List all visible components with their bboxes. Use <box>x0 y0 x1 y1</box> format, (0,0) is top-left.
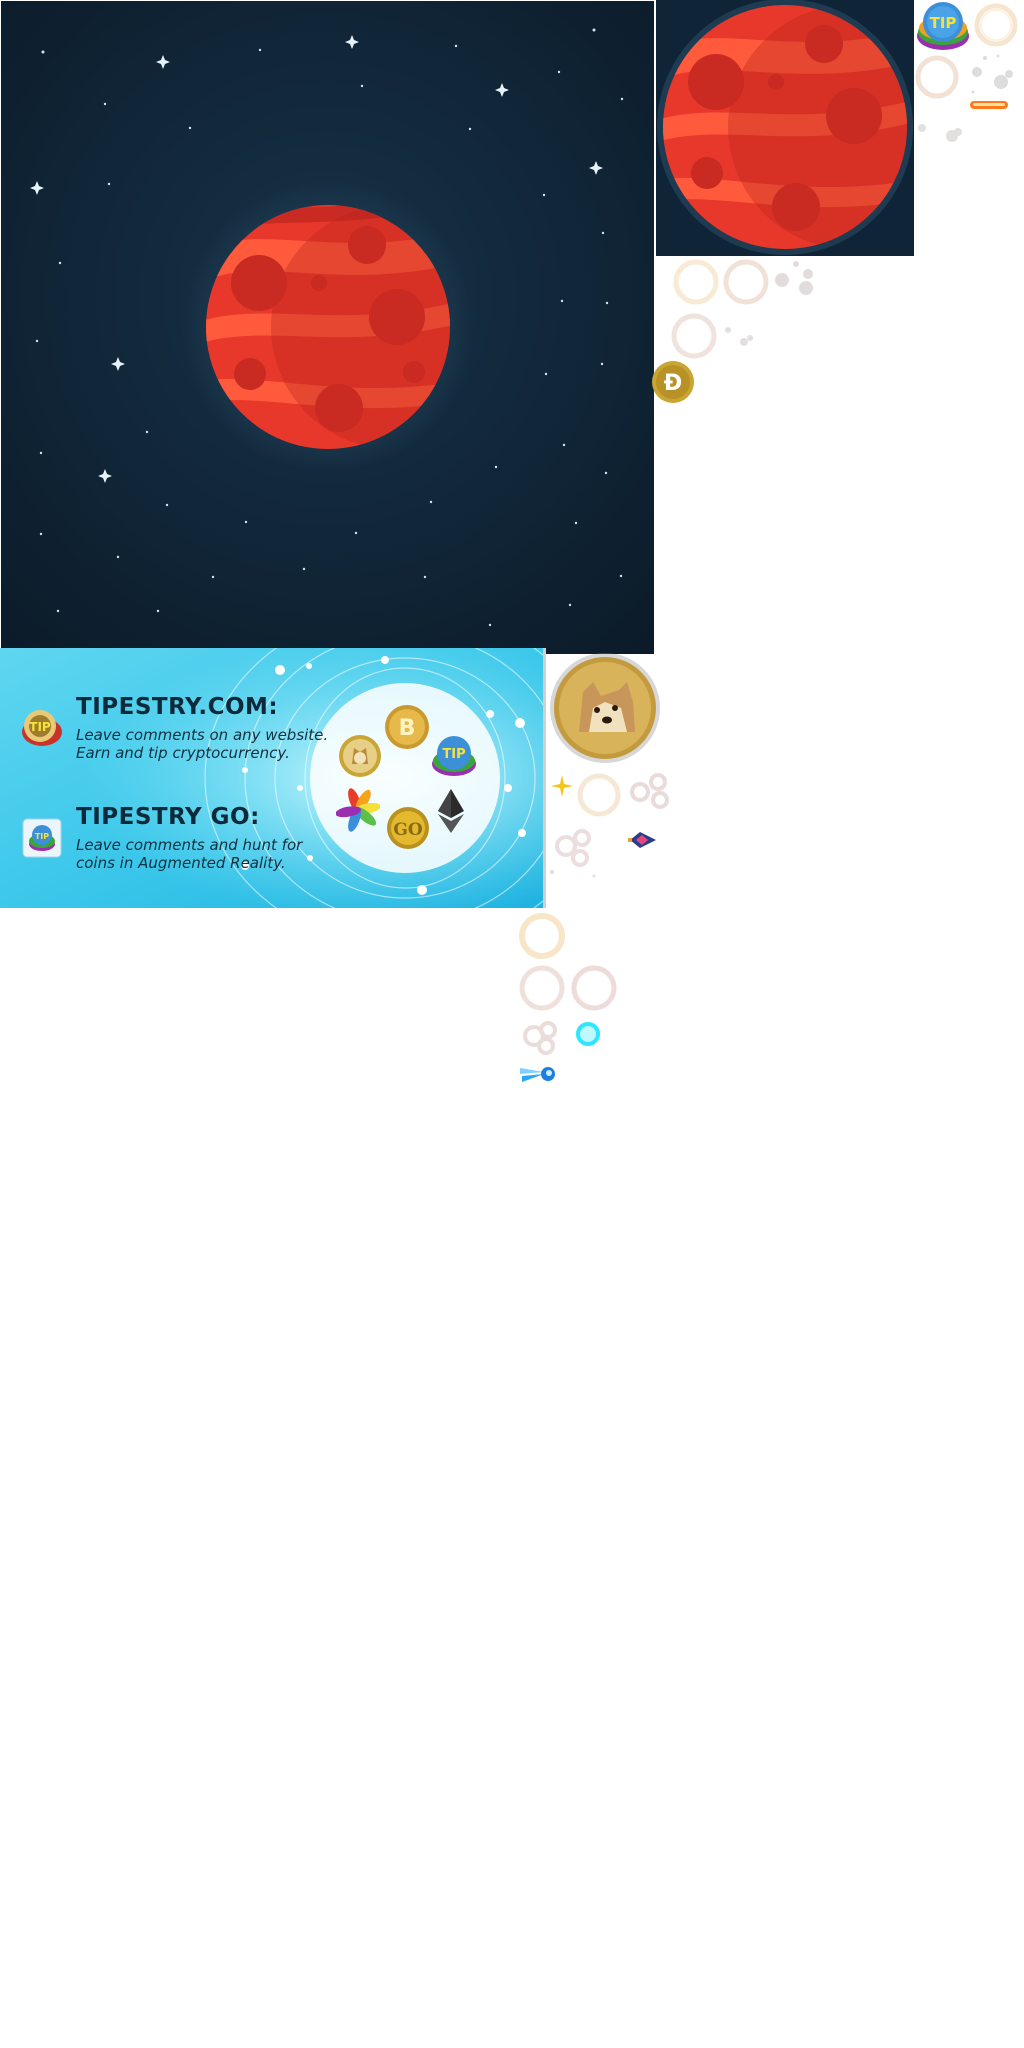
banner-text-2a: Leave comments and hunt for <box>76 836 303 854</box>
tipestry-go-app-icon: TIP <box>22 818 62 858</box>
rainbow-flower-icon <box>336 786 380 834</box>
svg-text:TIP: TIP <box>29 720 51 734</box>
tipestry-banner: TIP TIPESTRY.COM: Leave comments on any … <box>0 648 546 908</box>
svg-text:GO: GO <box>393 820 423 840</box>
svg-text:TIP: TIP <box>442 747 465 762</box>
comet-icon <box>518 1062 558 1086</box>
explosion-frame-7 <box>518 912 566 960</box>
doge-coin-banner-icon <box>338 734 382 778</box>
bitcoin-icon: B <box>384 704 430 750</box>
explosion-frame-8 <box>518 964 566 1012</box>
banner-title-tipestry-go: TIPESTRY GO: <box>76 804 260 830</box>
banner-text-1a: Leave comments on any website. <box>76 726 329 744</box>
tip-coin-banner-icon: TIP <box>430 734 478 780</box>
tip-coin-icon: TIP <box>915 0 971 54</box>
dogecoin-d-icon: Ð <box>651 360 695 404</box>
explosion-frame-9 <box>570 964 618 1012</box>
spaceship-icon <box>628 828 658 852</box>
smoke-debris-5 <box>626 770 676 814</box>
banner-text-1b: Earn and tip cryptocurrency. <box>76 744 290 762</box>
tip-coin-small-icon: TIP <box>20 708 64 748</box>
smoke-debris-6 <box>546 820 606 882</box>
svg-text:TIP: TIP <box>930 14 957 32</box>
explosion-frame-3 <box>672 258 720 306</box>
explosion-frame-1 <box>973 2 1019 48</box>
svg-text:Ð: Ð <box>664 371 682 396</box>
svg-text:B: B <box>399 716 416 741</box>
explosion-frame-5 <box>670 312 718 360</box>
doge-face-coin-icon <box>549 652 661 764</box>
smoke-debris-2 <box>914 118 964 148</box>
smoke-debris-7 <box>518 1014 566 1062</box>
sparkle-icon <box>550 774 574 798</box>
ethereum-icon <box>436 788 466 834</box>
banner-text-2b: coins in Augmented Reality. <box>76 854 286 872</box>
energy-orb-icon <box>574 1020 602 1048</box>
explosion-frame-6 <box>576 772 622 818</box>
svg-text:TIP: TIP <box>35 832 49 841</box>
explosion-frame-4 <box>722 258 770 306</box>
smoke-debris-3 <box>770 258 822 302</box>
banner-title-tipestry-com: TIPESTRY.COM: <box>76 694 279 720</box>
red-planet-tile <box>656 0 914 256</box>
smoke-debris-4 <box>718 322 758 350</box>
explosion-frame-2 <box>914 54 960 100</box>
space-background-with-red-planet <box>1 1 654 654</box>
laser-bar <box>969 100 1009 110</box>
smoke-debris <box>965 52 1020 102</box>
go-coin-icon: GO <box>386 806 430 850</box>
